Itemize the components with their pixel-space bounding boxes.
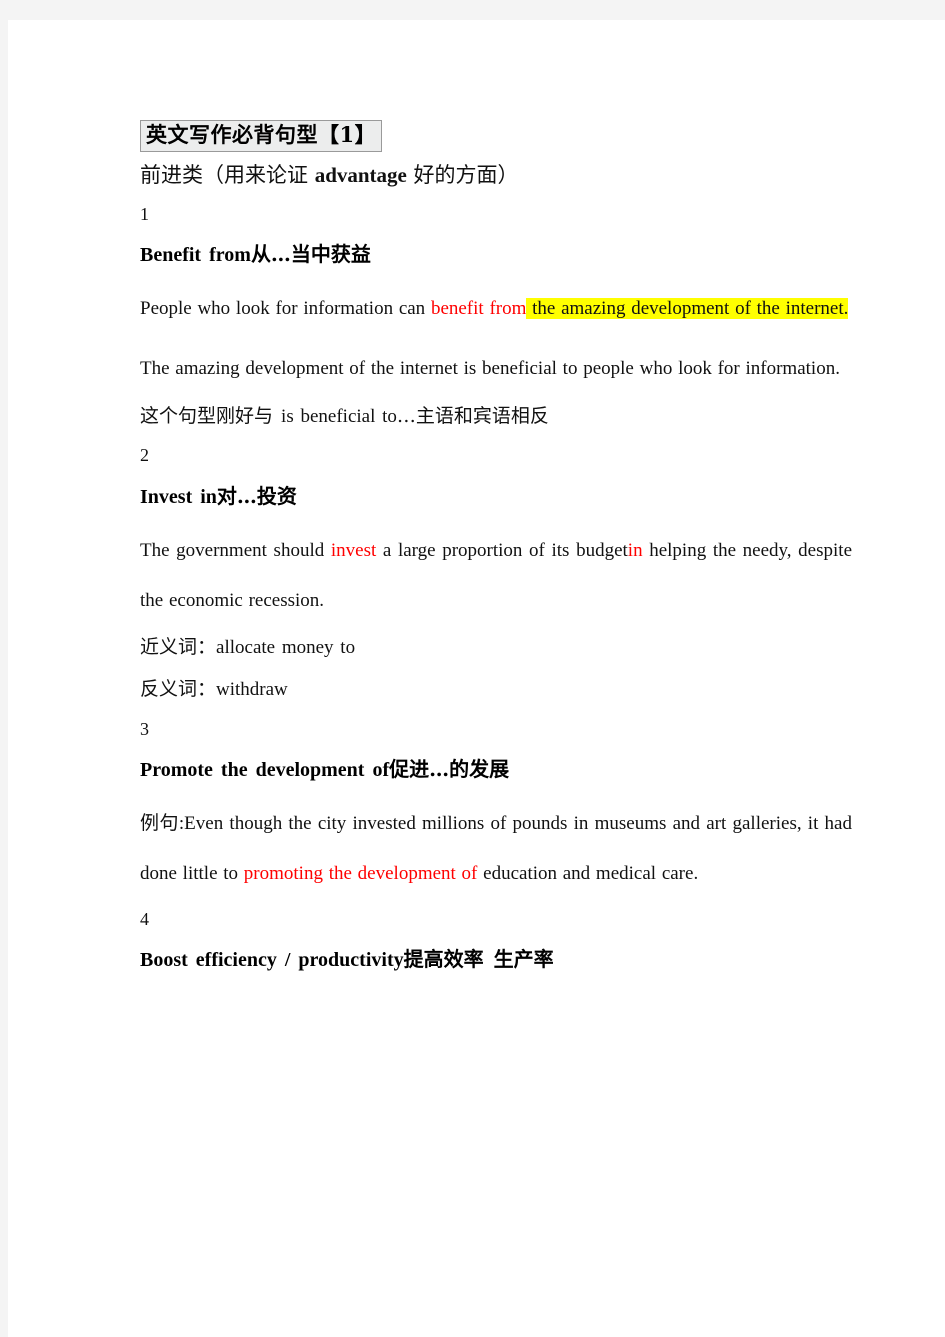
title-row: 英文写作必背句型【1】 <box>140 120 852 153</box>
entry-headword-en-2: Invest in <box>140 485 217 508</box>
antonym-value: withdraw <box>216 679 288 701</box>
entry-headword-cn-2: 对…投资 <box>216 483 297 508</box>
entry-headword-3: Promote the development of促进…的发展 <box>140 756 852 783</box>
entry-number-2: 2 <box>140 445 149 466</box>
entry-example-2-1: The government should invest a large pro… <box>140 526 852 626</box>
example-red-b: in <box>627 539 643 561</box>
entry-headword-en-4: Boost efficiency / productivity <box>140 949 404 972</box>
example-seg-a: The government should <box>140 539 331 561</box>
note-en-phrase: is beneficial to <box>281 405 397 427</box>
example-highlight-phrase: the amazing development of the internet. <box>526 298 849 320</box>
entry-number-3: 3 <box>140 718 149 739</box>
entry-headword-cn-3: 促进…的发展 <box>389 757 510 782</box>
example-red-phrase: promoting the development of <box>243 863 478 885</box>
synonym-label: 近义词： <box>140 636 217 659</box>
page-sheet: 英文写作必背句型【1】 前进类（用来论证 advantage 好的方面） 1 B… <box>8 20 945 1337</box>
entry-headword-cn-1: 从…当中获益 <box>250 242 371 267</box>
note-cn-after: …主语和宾语相反 <box>396 404 549 427</box>
entry-headword-en-3: Promote the development of <box>140 759 390 782</box>
entry-headword-en-1: Benefit from <box>140 244 251 267</box>
example-seg-b: a large proportion of its budget <box>376 539 628 561</box>
entry-headword-1: Benefit from从…当中获益 <box>140 241 852 268</box>
entry-example-1-2: The amazing development of the internet … <box>140 357 840 379</box>
category-prefix: 前进类（用来论证 <box>140 163 315 188</box>
entry-example-1-1: People who look for information can bene… <box>140 284 852 334</box>
document-title-box: 英文写作必背句型【1】 <box>140 120 383 153</box>
entry-synonym-2: 近义词：allocate money to <box>140 635 852 661</box>
example-seg-b: education and medical care. <box>477 863 699 885</box>
synonym-value: allocate money to <box>216 637 356 659</box>
entry-headword-4: Boost efficiency / productivity提高效率 生产率 <box>140 946 852 973</box>
antonym-label: 反义词： <box>140 678 217 701</box>
entry-note-1: 这个句型刚好与 is beneficial to…主语和宾语相反 <box>140 404 852 430</box>
example-plain-text: People who look for information can <box>140 298 431 320</box>
entry-headword-2: Invest in对…投资 <box>140 483 852 510</box>
document-body: 英文写作必背句型【1】 前进类（用来论证 advantage 好的方面） 1 B… <box>140 120 852 989</box>
category-suffix: 好的方面） <box>406 163 519 188</box>
example-label-cn: 例句 <box>140 812 179 835</box>
entry-number-4: 4 <box>140 908 149 929</box>
entry-antonym-2: 反义词：withdraw <box>140 677 852 703</box>
note-cn-before: 这个句型刚好与 <box>140 404 282 427</box>
category-line: 前进类（用来论证 advantage 好的方面） <box>140 161 852 189</box>
example-red-a: invest <box>330 539 377 561</box>
example-red-phrase: benefit from <box>430 298 527 320</box>
entry-number-1: 1 <box>140 203 149 224</box>
category-bold-term: advantage <box>314 163 407 188</box>
entry-example-3-1: 例句:Even though the city invested million… <box>140 799 852 899</box>
entry-headword-cn-4: 提高效率 生产率 <box>403 947 554 972</box>
